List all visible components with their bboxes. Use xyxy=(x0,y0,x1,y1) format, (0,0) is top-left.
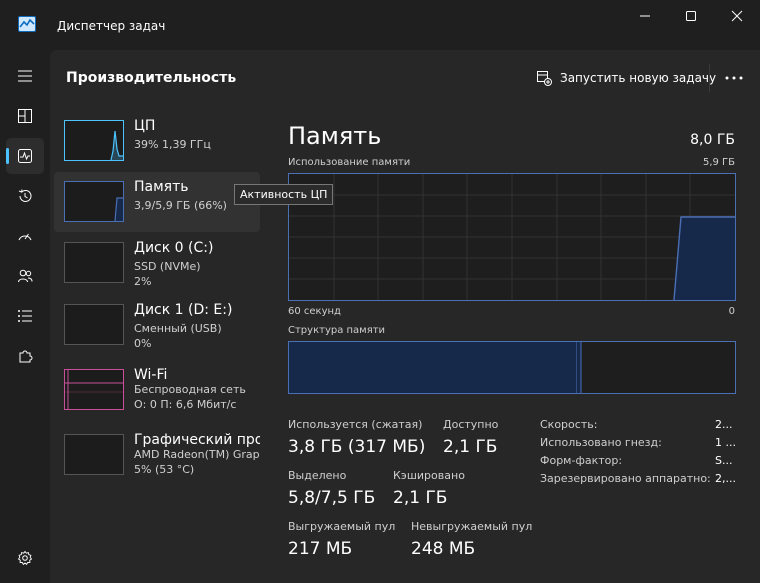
resource-name: Графический про xyxy=(134,432,260,448)
close-icon xyxy=(731,10,743,22)
graph-time-right: 0 xyxy=(728,306,735,317)
cpu-thumbnail-graph xyxy=(64,120,124,161)
nav-users[interactable] xyxy=(6,258,44,294)
nav-processes[interactable] xyxy=(6,98,44,134)
resource-detail: 3,9/5,9 ГБ (66%) xyxy=(134,199,227,212)
disk1-thumbnail-graph xyxy=(64,304,124,345)
minimize-icon xyxy=(640,15,650,17)
nav-settings[interactable] xyxy=(6,540,44,576)
memory-total: 8,0 ГБ xyxy=(690,132,735,148)
resource-name: Память xyxy=(134,179,189,195)
in-use-label: Используется (сжатая) xyxy=(288,418,423,431)
nonpaged-pool-value: 248 МБ xyxy=(411,539,476,559)
resource-item-wifi[interactable]: Wi-Fi Беспроводная сеть О: 0 П: 6,6 Мбит… xyxy=(54,360,260,420)
cached-value: 2,1 ГБ xyxy=(393,488,448,508)
gear-icon xyxy=(17,550,33,566)
puzzle-icon xyxy=(19,350,33,363)
memory-details-panel: Память 8,0 ГБ Использование памяти 5,9 Г… xyxy=(288,50,760,583)
gpu-thumbnail-graph xyxy=(64,434,124,475)
nav-services[interactable] xyxy=(6,338,44,374)
cached-label: Кэшировано xyxy=(393,469,465,482)
users-icon xyxy=(18,269,33,283)
form-factor-value: S... xyxy=(715,454,733,467)
usage-graph-label: Использование памяти xyxy=(288,157,411,168)
resource-detail: Сменный (USB) xyxy=(134,322,222,335)
grid-icon xyxy=(18,109,32,123)
resource-name: ЦП xyxy=(134,118,156,134)
resource-detail: Беспроводная сеть xyxy=(134,383,246,396)
hardware-reserved-label: Зарезервировано аппаратно: xyxy=(540,472,711,485)
resource-name: Wi-Fi xyxy=(134,367,168,383)
resource-name: Диск 0 (C:) xyxy=(134,240,214,256)
in-use-value: 3,8 ГБ (317 МБ) xyxy=(288,437,426,457)
resource-detail: 39% 1,39 ГГц xyxy=(134,138,211,151)
resource-detail: AMD Radeon(TM) Grapl xyxy=(134,448,260,461)
memory-usage-graph xyxy=(288,173,736,301)
composition-label: Структура памяти xyxy=(288,325,386,336)
navigation-rail xyxy=(0,50,50,583)
available-label: Доступно xyxy=(443,418,499,431)
speed-label: Скорость: xyxy=(540,418,598,431)
nav-app-history[interactable] xyxy=(6,178,44,214)
minimize-button[interactable] xyxy=(622,0,668,32)
history-icon xyxy=(18,189,32,202)
wifi-thumbnail-graph xyxy=(64,369,124,410)
nav-details[interactable] xyxy=(6,298,44,334)
task-manager-app-icon xyxy=(18,16,36,32)
memory-title: Память xyxy=(288,122,382,150)
resource-item-memory[interactable]: Память 3,9/5,9 ГБ (66%) xyxy=(54,172,260,232)
nonpaged-pool-label: Невыгружаемый пул xyxy=(411,520,533,533)
disk0-thumbnail-graph xyxy=(64,242,124,283)
paged-pool-label: Выгружаемый пул xyxy=(288,520,396,533)
maximize-icon xyxy=(686,11,696,21)
available-value: 2,1 ГБ xyxy=(443,437,498,457)
performance-icon xyxy=(18,149,32,163)
cpu-activity-tooltip: Активность ЦП xyxy=(234,184,334,205)
usage-graph-max: 5,9 ГБ xyxy=(702,157,735,168)
content-area: Производительность Запустить новую задач… xyxy=(50,50,760,583)
nav-startup-apps[interactable] xyxy=(6,218,44,254)
window-title: Диспетчер задач xyxy=(57,19,166,33)
hamburger-icon xyxy=(18,70,32,82)
resource-detail-2: 5% (53 °C) xyxy=(134,463,195,476)
close-button[interactable] xyxy=(714,0,760,32)
slots-used-label: Использовано гнезд: xyxy=(540,436,662,449)
task-manager-window: Диспетчер задач Производительность Запус… xyxy=(0,0,760,583)
graph-time-left: 60 секунд xyxy=(288,306,341,317)
form-factor-label: Форм-фактор: xyxy=(540,454,623,467)
memory-composition-chart xyxy=(289,342,582,393)
menu-button[interactable] xyxy=(6,58,44,94)
speed-value: 2... xyxy=(715,418,733,431)
resource-detail-2: 2% xyxy=(134,275,152,288)
maximize-button[interactable] xyxy=(668,0,714,32)
title-bar[interactable]: Диспетчер задач xyxy=(0,0,760,50)
resource-detail-2: 0% xyxy=(134,337,152,350)
resource-item-disk-0[interactable]: Диск 0 (C:) SSD (NVMe) 2% xyxy=(54,233,260,293)
list-icon xyxy=(18,310,32,322)
resource-item-disk-1[interactable]: Диск 1 (D: E:) Сменный (USB) 0% xyxy=(54,295,260,355)
resource-item-gpu[interactable]: Графический про AMD Radeon(TM) Grapl 5% … xyxy=(54,425,260,485)
resource-detail-2: О: 0 П: 6,6 Мбит/с xyxy=(134,398,237,411)
memory-thumbnail-graph xyxy=(64,181,124,222)
hardware-reserved-value: 2,... xyxy=(715,472,736,485)
page-title: Производительность xyxy=(66,70,237,86)
memory-composition-bar xyxy=(288,341,736,394)
resource-item-cpu[interactable]: ЦП 39% 1,39 ГГц xyxy=(54,111,260,171)
committed-value: 5,8/7,5 ГБ xyxy=(288,488,376,508)
resource-detail: SSD (NVMe) xyxy=(134,260,201,273)
memory-usage-chart xyxy=(289,174,735,301)
resource-list: ЦП 39% 1,39 ГГц Память 3,9/5,9 ГБ (66%) … xyxy=(54,111,260,583)
slots-used-value: 1 ... xyxy=(715,436,736,449)
speedometer-icon xyxy=(18,233,32,241)
committed-label: Выделено xyxy=(288,469,347,482)
nav-performance[interactable] xyxy=(6,138,44,174)
resource-name: Диск 1 (D: E:) xyxy=(134,302,233,318)
paged-pool-value: 217 МБ xyxy=(288,539,353,559)
